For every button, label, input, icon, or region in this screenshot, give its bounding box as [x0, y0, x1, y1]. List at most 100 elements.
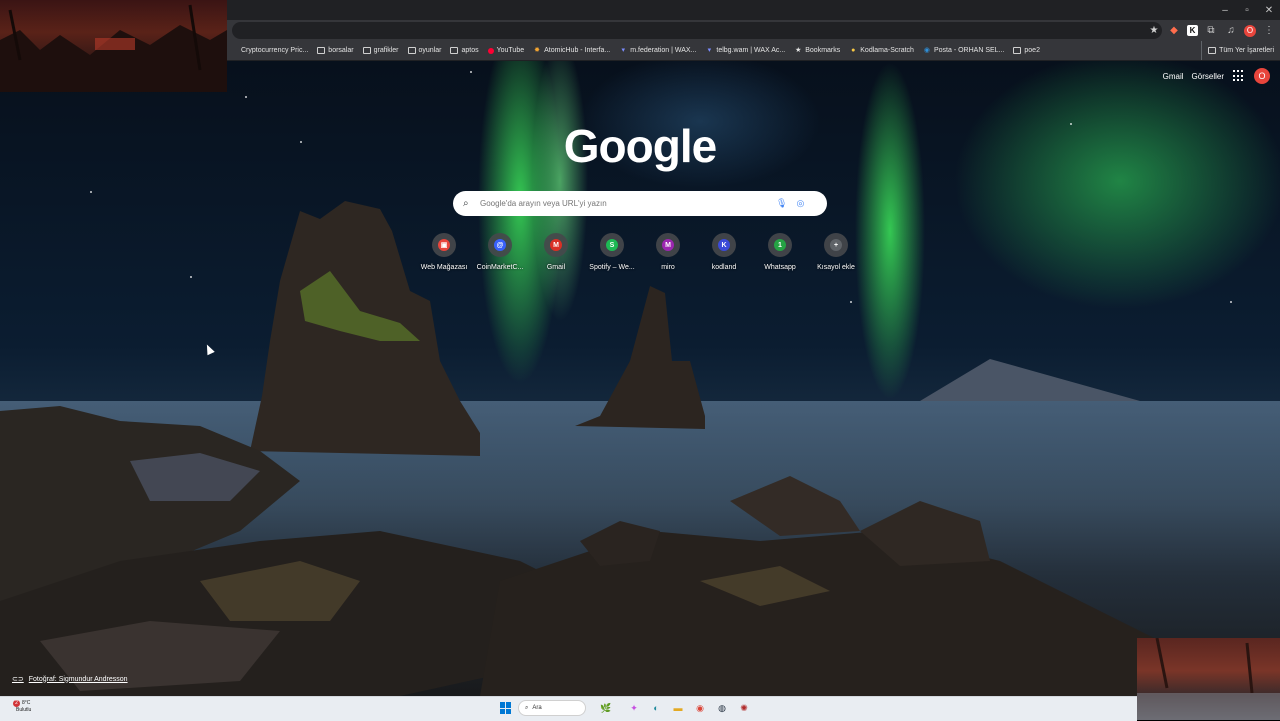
windows-start-icon[interactable]	[500, 702, 512, 714]
google-apps-icon[interactable]	[1232, 69, 1246, 83]
shortcut-icon-circle: K	[712, 233, 736, 257]
widgets-icon[interactable]: 🌿	[592, 700, 620, 716]
shortcut-tile[interactable]: + Kısayol ekle	[808, 233, 864, 271]
youtube-icon	[487, 47, 494, 54]
shortcut-favicon-icon: M	[662, 239, 674, 251]
star-icon: ★	[795, 47, 802, 54]
maximize-button[interactable]: ▫	[1236, 0, 1258, 20]
shortcut-icon-circle: 1	[768, 233, 792, 257]
shortcut-favicon-icon: M	[550, 239, 562, 251]
extension-k-icon[interactable]: K	[1187, 25, 1198, 36]
bookmark-item[interactable]: oyunlar	[407, 47, 441, 54]
star	[1230, 301, 1232, 303]
star	[850, 301, 852, 303]
bookmark-item[interactable]: ★ Bookmarks	[794, 47, 840, 54]
file-explorer-icon[interactable]: ▬	[670, 700, 686, 716]
shortcut-favicon-icon: K	[718, 239, 730, 251]
shortcut-tile[interactable]: @ CoinMarketC...	[472, 233, 528, 271]
star	[245, 96, 247, 98]
window-controls: – ▫ ✕	[1214, 0, 1280, 20]
folder-icon	[362, 47, 371, 54]
shortcut-tile[interactable]: S Spotify – We...	[584, 233, 640, 271]
microphone-icon[interactable]: 🎙	[776, 198, 787, 209]
game-scene	[0, 4, 227, 92]
search-box[interactable]: ⌕ 🎙 ◎	[453, 191, 827, 216]
more-menu-icon[interactable]: ⋮	[1262, 24, 1276, 38]
account-avatar[interactable]: O	[1254, 68, 1270, 84]
new-tab-page: Gmail Görseller O Google ⌕ 🎙 ◎ ▣ Web Mağa…	[0, 61, 1280, 696]
bookmark-item[interactable]: poe2	[1013, 47, 1040, 54]
weather-description: Bulutlu	[16, 707, 32, 713]
wax-icon: ▾	[707, 47, 712, 54]
gmail-link[interactable]: Gmail	[1163, 72, 1184, 81]
shortcut-label: Spotify – We...	[589, 264, 635, 271]
close-button[interactable]: ✕	[1258, 0, 1280, 20]
extension-fox-icon[interactable]: ◆	[1167, 24, 1181, 38]
shortcut-icon-circle: @	[488, 233, 512, 257]
folder-icon	[450, 47, 459, 54]
shortcut-tile[interactable]: ▣ Web Mağazası	[416, 233, 472, 271]
shortcut-icon-circle: M	[544, 233, 568, 257]
game-overlay-thumbnail-2	[1137, 638, 1280, 720]
bookmark-item[interactable]: Cryptocurrency Pric...	[230, 47, 308, 54]
shortcut-icon-circle: ▣	[432, 233, 456, 257]
ntp-top-links: Gmail Görseller O	[1163, 68, 1270, 84]
scratch-icon: ●	[851, 47, 856, 54]
shortcut-label: Kısayol ekle	[817, 264, 855, 271]
shortcut-label: kodland	[711, 264, 737, 271]
star	[470, 71, 472, 73]
google-lens-icon[interactable]: ◎	[796, 198, 804, 209]
steam-icon[interactable]: ◍	[714, 700, 730, 716]
shortcut-label: CoinMarketC...	[476, 264, 524, 271]
bookmark-star-icon[interactable]: ★	[1147, 24, 1161, 38]
outlook-icon: ◉	[923, 47, 931, 54]
media-control-icon[interactable]: ♫	[1224, 24, 1238, 38]
shortcut-label: Whatsapp	[764, 264, 796, 271]
bookmark-item[interactable]: aptos	[450, 47, 479, 54]
bookmark-item[interactable]: YouTube	[487, 47, 524, 54]
bookmark-item[interactable]: borsalar	[317, 47, 354, 54]
game-launcher-icon[interactable]: ✺	[736, 700, 752, 716]
toolbar-icons: ★ ◆ K ⧉ ♫ O ⋮	[1147, 20, 1276, 41]
extensions-puzzle-icon[interactable]: ⧉	[1204, 24, 1218, 38]
shortcut-label: Gmail	[546, 264, 566, 271]
address-bar[interactable]	[232, 22, 1162, 39]
shortcut-label: Web Mağazası	[420, 264, 468, 271]
folder-icon	[1208, 47, 1217, 54]
shortcut-favicon-icon: S	[606, 239, 618, 251]
shortcut-tile[interactable]: Mmiro	[640, 233, 696, 271]
site-icon	[230, 47, 238, 54]
images-link[interactable]: Görseller	[1192, 72, 1224, 81]
shortcut-label: miro	[661, 264, 675, 271]
bookmark-item[interactable]: ✸ AtomicHub - Interfa...	[533, 47, 610, 54]
google-logo: Google	[563, 120, 717, 172]
weather-widget[interactable]: 2 8°C Bulutlu	[13, 700, 32, 714]
folder-icon	[407, 47, 416, 54]
all-bookmarks-button[interactable]: Tüm Yer İşaretleri	[1201, 41, 1274, 60]
chrome-icon[interactable]: ◉	[692, 700, 708, 716]
folder-icon	[1013, 47, 1022, 54]
photo-credit-link[interactable]: ⊂⊃ Fotoğraf: Sigmundur Andresson	[12, 675, 128, 684]
bookmark-item[interactable]: ▾ m.federation | WAX...	[619, 47, 696, 54]
windows-taskbar: 2 8°C Bulutlu ⌕ Ara 🌿 ✦ ◐ ▬ ◉ ◍ ✺	[0, 696, 1137, 721]
shortcut-favicon-icon: 1	[774, 239, 786, 251]
bookmark-item[interactable]: ◉ Posta - ORHAN SEL...	[923, 47, 1004, 54]
copilot-icon[interactable]: ✦	[626, 700, 642, 716]
bookmark-item[interactable]: grafikler	[362, 47, 399, 54]
bookmark-item[interactable]: ● Kodlama-Scratch	[849, 47, 914, 54]
game-scene	[1137, 638, 1280, 720]
bookmark-item[interactable]: ▾ telbg.wam | WAX Ac...	[705, 47, 786, 54]
star	[90, 191, 92, 193]
shortcut-icon-circle: +	[824, 233, 848, 257]
minimize-button[interactable]: –	[1214, 0, 1236, 20]
search-icon: ⌕	[525, 704, 529, 711]
taskbar-search[interactable]: ⌕ Ara	[518, 700, 586, 716]
shortcut-icon-circle: M	[656, 233, 680, 257]
shortcut-icon-circle: S	[600, 233, 624, 257]
shortcut-tile[interactable]: M Gmail	[528, 233, 584, 271]
edge-icon[interactable]: ◐	[648, 700, 664, 716]
profile-avatar[interactable]: O	[1244, 24, 1256, 37]
shortcut-tile[interactable]: Kkodland	[696, 233, 752, 271]
shortcut-tile[interactable]: 1 Whatsapp	[752, 233, 808, 271]
search-input[interactable]	[480, 193, 770, 214]
